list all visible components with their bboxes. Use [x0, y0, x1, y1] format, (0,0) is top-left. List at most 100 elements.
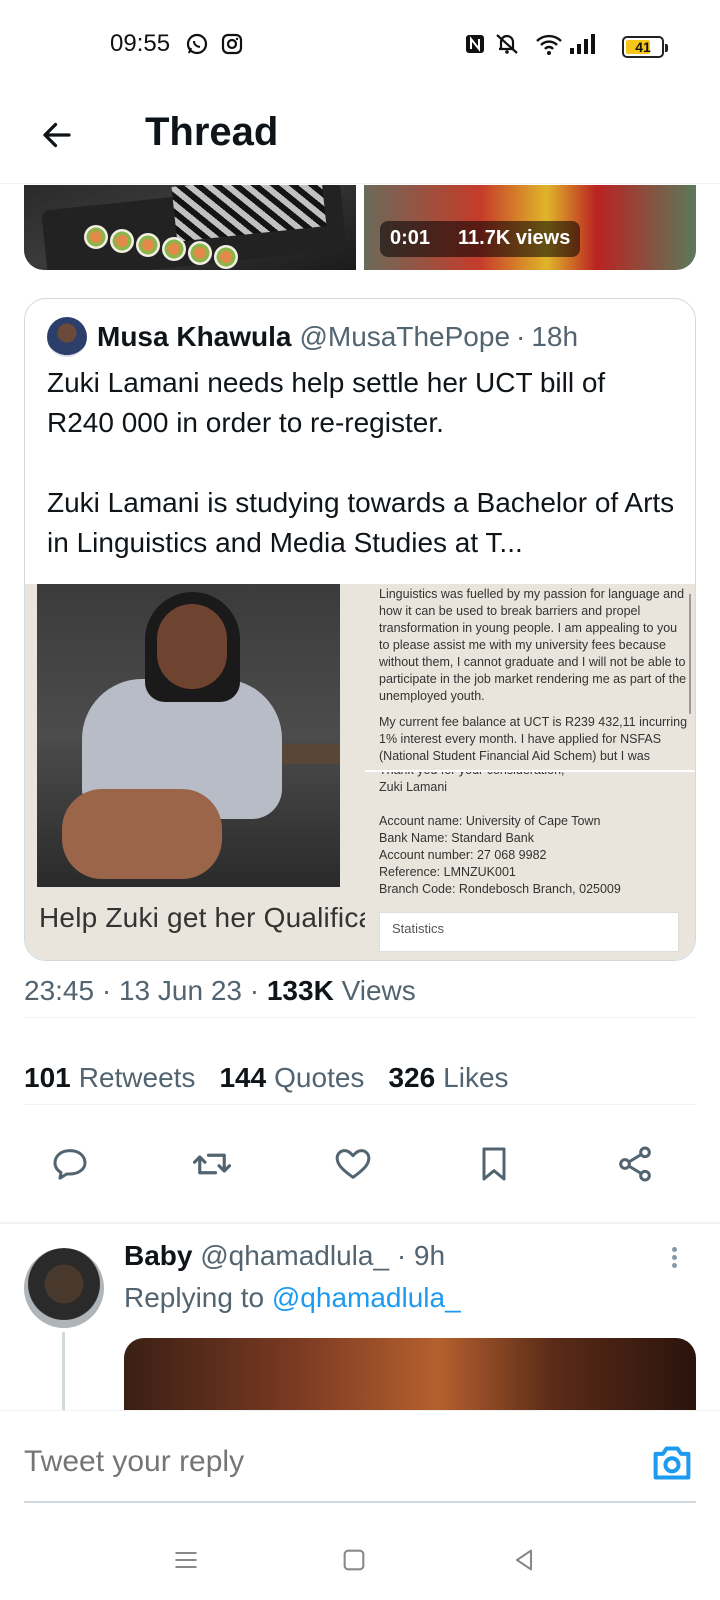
engagement-stats: 101 Retweets 144 Quotes 326 Likes	[24, 1062, 509, 1094]
views-count: 133K	[266, 975, 334, 1006]
whatsapp-icon	[185, 32, 209, 61]
divider	[0, 1222, 720, 1224]
battery-indicator: 41	[622, 36, 668, 58]
arrow-left-icon	[43, 122, 71, 148]
doc-line: Reference: LMNZUK001	[379, 865, 516, 879]
avatar[interactable]	[24, 1248, 104, 1328]
person-photo	[37, 584, 340, 887]
quoted-tweet-time: 18h	[531, 321, 579, 352]
doc-paragraph: Linguistics was fuelled by my passion fo…	[379, 587, 687, 703]
tweet-date: 13 Jun 23	[118, 975, 242, 1006]
share-button[interactable]	[613, 1142, 657, 1186]
divider	[24, 1017, 696, 1018]
bookmark-icon	[482, 1147, 506, 1181]
reply-header: Baby @qhamadlula_ · 9h	[124, 1240, 445, 1272]
tweet-media-grid: 0:01 11.7K views	[24, 185, 696, 270]
reply-media-image[interactable]	[124, 1338, 696, 1410]
doc-line: Account number: 27 068 9982	[379, 848, 547, 862]
fundraiser-document-image[interactable]: Linguistics was fuelled by my passion fo…	[365, 584, 695, 960]
separator-dot: ·	[516, 321, 526, 352]
retweets-label: Retweets	[78, 1062, 196, 1093]
sushi-photo[interactable]	[24, 185, 356, 270]
retweets-count: 101	[24, 1062, 71, 1093]
document-top-section: Linguistics was fuelled by my passion fo…	[365, 584, 695, 768]
doc-paragraph: My current fee balance at UCT is R239 43…	[379, 715, 688, 763]
home-button[interactable]	[334, 1540, 374, 1580]
retweet-icon	[192, 1153, 232, 1175]
replying-to: Replying to @qhamadlula_	[124, 1282, 461, 1314]
quotes-label: Quotes	[274, 1062, 365, 1093]
separator-dot: ·	[101, 975, 112, 1006]
input-underline	[24, 1501, 696, 1503]
quoted-author-handle: @MusaThePope	[299, 321, 511, 352]
quoted-tweet-card[interactable]: Musa Khawula @MusaThePope · 18h Zuki Lam…	[24, 298, 696, 961]
document-bottom-section: Thank you for your consideration, Zuki L…	[365, 770, 695, 960]
bookmark-button[interactable]	[472, 1142, 516, 1186]
recents-button[interactable]	[166, 1540, 206, 1580]
tweet-time: 23:45	[24, 975, 95, 1006]
video-thumbnail[interactable]: 0:01 11.7K views	[364, 185, 696, 270]
views-label: Views	[341, 975, 416, 1006]
avatar	[47, 317, 87, 357]
status-time: 09:55	[110, 30, 171, 57]
reply-author-name[interactable]: Baby	[124, 1240, 192, 1271]
quoted-text-paragraph-2: Zuki Lamani is studying towards a Bachel…	[47, 487, 675, 558]
wifi-icon	[535, 32, 563, 61]
video-badge: 0:01 11.7K views	[380, 221, 581, 257]
square-icon	[343, 1549, 365, 1571]
signal-icon	[568, 32, 598, 61]
tweet-timestamp: 23:45 · 13 Jun 23 · 133K Views	[24, 975, 416, 1007]
triangle-back-icon	[515, 1549, 533, 1571]
quoted-text-paragraph-1: Zuki Lamani needs help settle her UCT bi…	[47, 367, 606, 438]
share-icon	[619, 1146, 651, 1182]
app-header: Thread	[0, 92, 720, 184]
fundraiser-image[interactable]: Help Zuki get her Qualification	[25, 584, 420, 960]
doc-line: Thank you for your consideration,	[379, 770, 565, 777]
back-nav-button[interactable]	[504, 1540, 544, 1580]
instagram-icon	[220, 32, 244, 61]
scrollbar	[689, 594, 691, 714]
mute-icon	[493, 32, 521, 61]
like-icon	[335, 1149, 371, 1179]
reply-author-handle[interactable]: @qhamadlula_	[200, 1240, 389, 1271]
quoted-tweet-header: Musa Khawula @MusaThePope · 18h	[47, 317, 578, 357]
camera-button[interactable]	[650, 1443, 694, 1483]
reply-icon	[53, 1149, 87, 1180]
video-duration: 0:01	[390, 227, 431, 249]
divider	[24, 1104, 696, 1105]
quotes-stat[interactable]: 144 Quotes	[219, 1062, 364, 1094]
menu-icon	[175, 1551, 197, 1569]
retweet-button[interactable]	[190, 1142, 234, 1186]
doc-line: Branch Code: Rondebosch Branch, 025009	[379, 882, 621, 896]
reply-input[interactable]	[24, 1445, 584, 1479]
like-button[interactable]	[331, 1142, 375, 1186]
replying-to-mention[interactable]: @qhamadlula_	[272, 1282, 461, 1313]
fundraiser-caption: Help Zuki get her Qualification	[39, 902, 421, 933]
doc-line: Account name: University of Cape Town	[379, 814, 601, 828]
likes-label: Likes	[443, 1062, 509, 1093]
reply-composer	[0, 1410, 720, 1510]
status-bar: 09:55 41	[0, 0, 720, 92]
likes-count: 326	[388, 1062, 436, 1093]
quoted-tweet-media: Help Zuki get her Qualification Linguist…	[25, 584, 695, 960]
thread-line	[62, 1332, 65, 1410]
back-button[interactable]	[34, 112, 80, 158]
nfc-icon	[463, 32, 487, 61]
reply-button[interactable]	[48, 1142, 92, 1186]
separator-dot: ·	[249, 975, 260, 1006]
likes-stat[interactable]: 326 Likes	[388, 1062, 508, 1094]
page-title: Thread	[145, 110, 279, 154]
video-views: 11.7K views	[458, 227, 571, 249]
camera-icon	[653, 1446, 691, 1480]
doc-line: Zuki Lamani	[379, 780, 448, 794]
quotes-count: 144	[219, 1062, 267, 1093]
system-nav-bar	[0, 1510, 720, 1600]
battery-level: 41	[635, 39, 651, 55]
retweets-stat[interactable]: 101 Retweets	[24, 1062, 195, 1094]
more-options-icon[interactable]	[664, 1244, 684, 1274]
separator-dot: ·	[396, 1240, 407, 1271]
doc-statistics-box: Statistics	[379, 912, 679, 952]
replying-to-label: Replying to	[124, 1282, 265, 1313]
doc-line: Bank Name: Standard Bank	[379, 831, 534, 845]
reply-time: 9h	[413, 1240, 446, 1271]
